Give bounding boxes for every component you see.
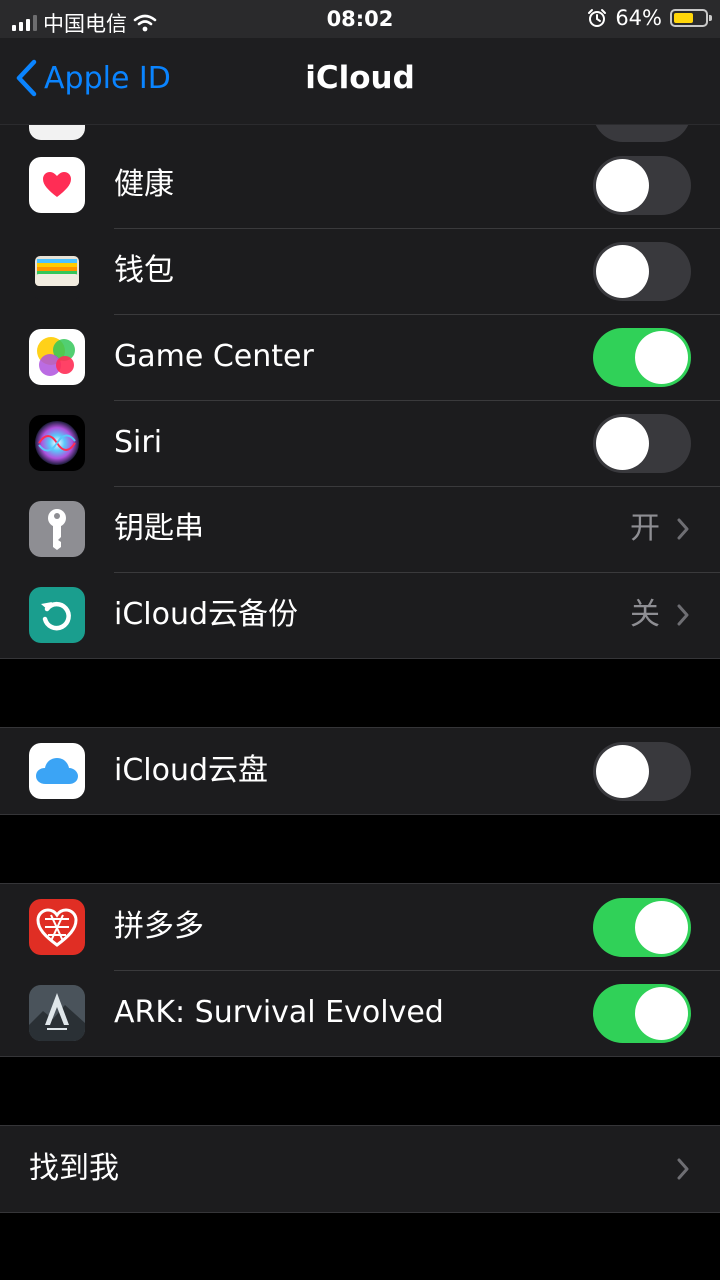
row-game-center[interactable]: Game Center: [0, 314, 720, 400]
pinduoduo-icon: [29, 899, 85, 955]
partial-row: [0, 83, 720, 142]
chevron-right-icon: [677, 518, 689, 540]
icloud-drive-toggle[interactable]: [593, 742, 691, 801]
row-game-center-label: Game Center: [114, 339, 314, 374]
section-gap: [0, 1057, 720, 1125]
row-ark-survival-evolved[interactable]: ARK: Survival Evolved: [0, 970, 720, 1056]
row-siri-label: Siri: [114, 425, 163, 460]
section-gap: [0, 815, 720, 883]
row-health[interactable]: 健康: [0, 142, 720, 228]
icloud-drive-cloud-icon: [29, 743, 85, 799]
row-ark-label: ARK: Survival Evolved: [114, 995, 444, 1030]
pinduoduo-toggle[interactable]: [593, 898, 691, 957]
row-icloud-drive-label: iCloud云盘: [114, 753, 269, 788]
icloud-backup-status: 关: [630, 597, 660, 632]
status-bar: 中国电信 08:02 64%: [0, 0, 720, 38]
siri-toggle[interactable]: [593, 414, 691, 473]
siri-icon: [29, 415, 85, 471]
apps-group: 健康 钱包 Game Center Siri 钥匙串 开 iCloud云备份 关: [0, 142, 720, 659]
health-heart-icon: [29, 157, 85, 213]
battery-icon: [670, 9, 712, 27]
third-party-apps-group: 拼多多 ARK: Survival Evolved: [0, 883, 720, 1057]
row-icloud-backup[interactable]: iCloud云备份 关: [0, 572, 720, 658]
battery-percent: 64%: [615, 6, 662, 30]
game-center-icon: [29, 329, 85, 385]
chevron-right-icon: [677, 604, 689, 626]
find-my-group: 找到我: [0, 1125, 720, 1213]
row-icloud-drive[interactable]: iCloud云盘: [0, 728, 720, 814]
status-right: 64%: [587, 6, 712, 30]
row-wallet[interactable]: 钱包: [0, 228, 720, 314]
settings-list: 健康 钱包 Game Center Siri 钥匙串 开 iCloud云备份 关…: [0, 83, 720, 1213]
page-title: iCloud: [305, 60, 415, 96]
wallet-icon: [29, 243, 85, 299]
row-keychain-label: 钥匙串: [114, 511, 204, 546]
section-gap: [0, 659, 720, 727]
row-siri[interactable]: Siri: [0, 400, 720, 486]
row-icloud-backup-label: iCloud云备份: [114, 597, 299, 632]
row-health-label: 健康: [114, 167, 174, 202]
row-pinduoduo-label: 拼多多: [114, 909, 204, 944]
ark-survival-evolved-icon: [29, 985, 85, 1041]
alarm-clock-icon: [588, 9, 607, 27]
game-center-toggle[interactable]: [593, 328, 691, 387]
row-find-my[interactable]: 找到我: [0, 1126, 720, 1212]
navigation-bar: Apple ID iCloud: [0, 38, 720, 125]
row-pinduoduo[interactable]: 拼多多: [0, 884, 720, 970]
keychain-status: 开: [630, 511, 660, 546]
wallet-toggle[interactable]: [593, 242, 691, 301]
icloud-backup-icon: [29, 587, 85, 643]
health-toggle[interactable]: [593, 156, 691, 215]
row-wallet-label: 钱包: [114, 253, 174, 288]
chevron-right-icon: [677, 1158, 689, 1180]
drive-group: iCloud云盘: [0, 727, 720, 815]
row-keychain[interactable]: 钥匙串 开: [0, 486, 720, 572]
keychain-key-icon: [29, 501, 85, 557]
row-find-my-label: 找到我: [29, 1151, 119, 1186]
ark-toggle[interactable]: [593, 984, 691, 1043]
